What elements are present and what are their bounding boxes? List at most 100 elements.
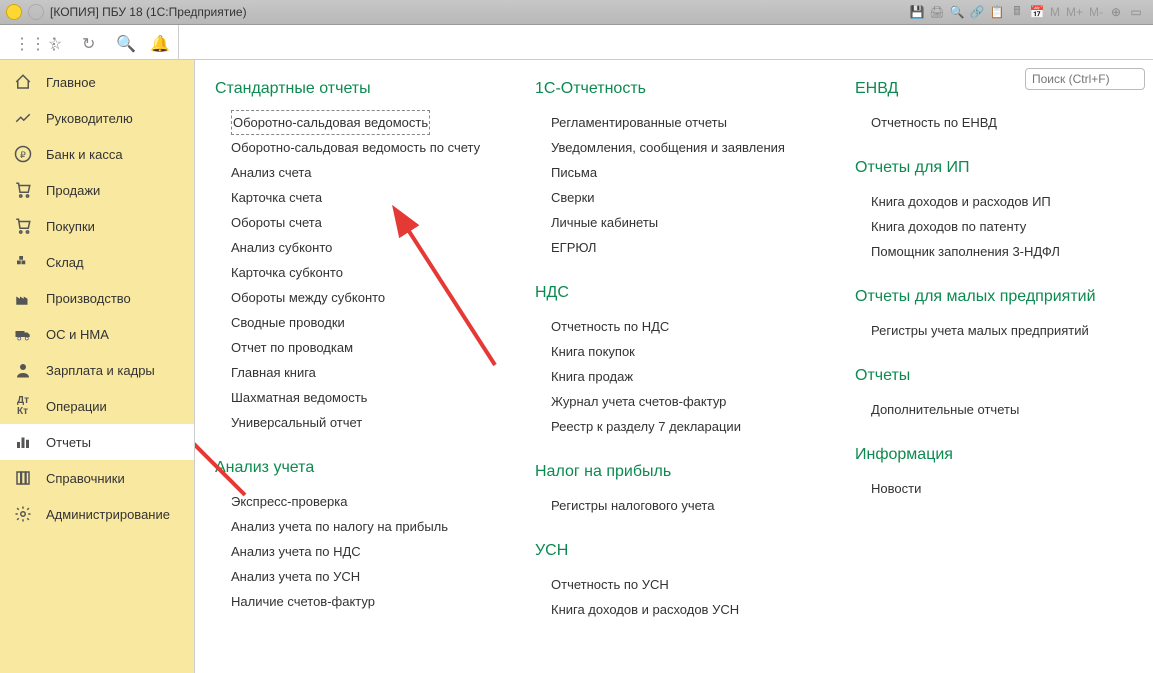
search-icon[interactable]: 🔍 — [950, 5, 964, 19]
report-link[interactable]: Письма — [551, 160, 815, 185]
section: НДС Отчетность по НДСКнига покупокКнига п… — [535, 284, 815, 439]
section-title[interactable]: Отчеты — [855, 367, 1135, 385]
report-link[interactable]: Журнал учета счетов-фактур — [551, 389, 815, 414]
clipboard-icon[interactable]: 📋 — [990, 5, 1004, 19]
report-link[interactable]: Карточка счета — [231, 185, 495, 210]
report-link[interactable]: Оборотно-сальдовая ведомость — [231, 110, 430, 135]
report-link[interactable]: Книга покупок — [551, 339, 815, 364]
report-link[interactable]: Экспресс-проверка — [231, 489, 495, 514]
memory-mminus-button[interactable]: M- — [1089, 5, 1103, 19]
report-link[interactable]: Уведомления, сообщения и заявления — [551, 135, 815, 160]
report-link[interactable]: Дополнительные отчеты — [871, 397, 1135, 422]
report-link[interactable]: Реестр к разделу 7 декларации — [551, 414, 815, 439]
section-title[interactable]: Налог на прибыль — [535, 463, 815, 481]
sidebar-item-cartin[interactable]: Покупки — [0, 208, 194, 244]
report-link[interactable]: Обороты между субконто — [231, 285, 495, 310]
report-link[interactable]: Анализ учета по УСН — [231, 564, 495, 589]
report-link[interactable]: Отчетность по НДС — [551, 314, 815, 339]
sidebar-item-cart[interactable]: Продажи — [0, 172, 194, 208]
svg-text:₽: ₽ — [20, 150, 26, 160]
sidebar-item-books[interactable]: Справочники — [0, 460, 194, 496]
sidebar-item-trend[interactable]: Руководителю — [0, 100, 194, 136]
section-title[interactable]: УСН — [535, 542, 815, 560]
report-link[interactable]: Анализ учета по НДС — [231, 539, 495, 564]
history-icon[interactable]: ↻ — [82, 34, 98, 50]
sidebar-item-warehouse[interactable]: Склад — [0, 244, 194, 280]
sidebar-item-label: ОС и НМА — [46, 327, 109, 342]
calendar-icon[interactable]: 📅 — [1030, 5, 1044, 19]
report-link[interactable]: Анализ субконто — [231, 235, 495, 260]
report-link[interactable]: Сводные проводки — [231, 310, 495, 335]
sidebar-item-label: Руководителю — [46, 111, 133, 126]
section-title[interactable]: Стандартные отчеты — [215, 80, 495, 98]
report-link[interactable]: Личные кабинеты — [551, 210, 815, 235]
report-link[interactable]: Отчетность по УСН — [551, 572, 815, 597]
sidebar-item-bars[interactable]: Отчеты — [0, 424, 194, 460]
save-icon[interactable]: 💾 — [910, 5, 924, 19]
section-title[interactable]: Отчеты для малых предприятий — [855, 288, 1135, 306]
window-title: [КОПИЯ] ПБУ 18 (1С:Предприятие) — [50, 5, 247, 19]
report-link[interactable]: Книга доходов и расходов УСН — [551, 597, 815, 622]
report-link[interactable]: Универсальный отчет — [231, 410, 495, 435]
section-list: Экспресс-проверкаАнализ учета по налогу … — [215, 489, 495, 614]
print-icon[interactable]: 🖨 — [930, 5, 944, 19]
section: Отчеты для малых предприятий Регистры уче… — [855, 288, 1135, 343]
report-link[interactable]: Обороты счета — [231, 210, 495, 235]
sidebar-item-person[interactable]: Зарплата и кадры — [0, 352, 194, 388]
section: Стандартные отчеты Оборотно-сальдовая вед… — [215, 80, 495, 435]
report-link[interactable]: Сверки — [551, 185, 815, 210]
section-list: Регистры учета малых предприятий — [855, 318, 1135, 343]
sidebar-item-ops[interactable]: ДтКтОперации — [0, 388, 194, 424]
search-input[interactable] — [1025, 68, 1145, 90]
ops-icon: ДтКт — [14, 397, 32, 415]
zoom-icon[interactable]: ⊕ — [1109, 5, 1123, 19]
section-title[interactable]: НДС — [535, 284, 815, 302]
cart-icon — [14, 181, 32, 199]
report-link[interactable]: Книга доходов и расходов ИП — [871, 189, 1135, 214]
section: Отчеты Дополнительные отчеты — [855, 367, 1135, 422]
report-link[interactable]: ЕГРЮЛ — [551, 235, 815, 260]
report-link[interactable]: Отчет по проводкам — [231, 335, 495, 360]
search-toolbar-icon[interactable]: 🔍 — [116, 34, 132, 50]
column: 1С-Отчетность Регламентированные отчетыУв… — [535, 80, 815, 646]
memory-mplus-button[interactable]: M+ — [1066, 5, 1083, 19]
report-link[interactable]: Главная книга — [231, 360, 495, 385]
report-link[interactable]: Книга доходов по патенту — [871, 214, 1135, 239]
link-icon[interactable]: 🔗 — [970, 5, 984, 19]
sidebar: ГлавноеРуководителю₽Банк и кассаПродажиП… — [0, 60, 195, 673]
ruble-icon: ₽ — [14, 145, 32, 163]
star-icon[interactable]: ☆ — [48, 34, 64, 50]
report-link[interactable]: Отчетность по ЕНВД — [871, 110, 1135, 135]
report-link[interactable]: Оборотно-сальдовая ведомость по счету — [231, 135, 495, 160]
sidebar-item-ruble[interactable]: ₽Банк и касса — [0, 136, 194, 172]
sidebar-item-truck[interactable]: ОС и НМА — [0, 316, 194, 352]
trend-icon — [14, 109, 32, 127]
report-link[interactable]: Шахматная ведомость — [231, 385, 495, 410]
report-link[interactable]: Наличие счетов-фактур — [231, 589, 495, 614]
column: Стандартные отчеты Оборотно-сальдовая вед… — [215, 80, 495, 646]
report-link[interactable]: Новости — [871, 476, 1135, 501]
section-title[interactable]: Отчеты для ИП — [855, 159, 1135, 177]
report-link[interactable]: Регламентированные отчеты — [551, 110, 815, 135]
section-title[interactable]: Анализ учета — [215, 459, 495, 477]
report-link[interactable]: Книга продаж — [551, 364, 815, 389]
sidebar-item-factory[interactable]: Производство — [0, 280, 194, 316]
report-link[interactable]: Регистры налогового учета — [551, 493, 815, 518]
apps-icon[interactable]: ⋮⋮⋮ — [14, 34, 30, 50]
section: УСН Отчетность по УСНКнига доходов и расх… — [535, 542, 815, 622]
report-link[interactable]: Карточка субконто — [231, 260, 495, 285]
column: ЕНВДОтчетность по ЕНВДОтчеты для ИПКнига… — [855, 80, 1135, 646]
report-link[interactable]: Помощник заполнения 3-НДФЛ — [871, 239, 1135, 264]
section-title[interactable]: Информация — [855, 446, 1135, 464]
section-title[interactable]: 1С-Отчетность — [535, 80, 815, 98]
report-link[interactable]: Анализ счета — [231, 160, 495, 185]
sidebar-item-gear[interactable]: Администрирование — [0, 496, 194, 532]
memory-m-button[interactable]: M — [1050, 5, 1060, 19]
section-list: Регламентированные отчетыУведомления, со… — [535, 110, 815, 260]
sidebar-item-home[interactable]: Главное — [0, 64, 194, 100]
bell-icon[interactable]: 🔔 — [150, 34, 166, 50]
report-link[interactable]: Анализ учета по налогу на прибыль — [231, 514, 495, 539]
calc-icon[interactable]: 🖩 — [1010, 5, 1024, 19]
window-icon[interactable]: ▭ — [1129, 5, 1143, 19]
report-link[interactable]: Регистры учета малых предприятий — [871, 318, 1135, 343]
